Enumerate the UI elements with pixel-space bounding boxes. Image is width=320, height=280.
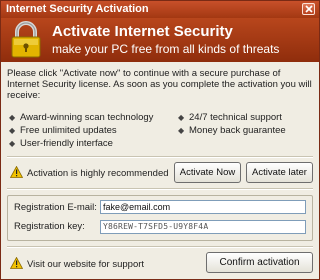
bullet-icon: ◆ — [9, 126, 16, 135]
dialog-body: Please click "Activate now" to continue … — [1, 62, 319, 279]
feature-item: ◆ Free unlimited updates — [9, 125, 117, 136]
activate-now-button[interactable]: Activate Now — [174, 162, 241, 183]
divider — [7, 188, 313, 190]
bullet-icon: ◆ — [178, 113, 185, 122]
registration-key-field[interactable]: Y86REW-T7SFD5-U9Y8F4A — [100, 220, 306, 234]
activate-later-button[interactable]: Activate later — [246, 162, 313, 183]
support-link[interactable]: Visit our website for support — [27, 259, 144, 270]
divider — [7, 246, 313, 248]
feature-item: ◆ 24/7 technical support — [178, 112, 282, 123]
close-icon — [305, 5, 313, 13]
activation-window: Internet Security Activation Activate In… — [0, 0, 320, 280]
banner-title: Activate Internet Security — [52, 23, 233, 40]
feature-item: ◆ User-friendly interface — [9, 138, 113, 149]
email-field[interactable]: fake@email.com — [100, 200, 306, 214]
bullet-icon: ◆ — [178, 126, 185, 135]
status-text: Activation is highly recommended — [27, 168, 169, 179]
registration-box: Registration E-mail: fake@email.com Regi… — [7, 195, 313, 241]
warning-icon — [10, 166, 23, 178]
header-banner: Activate Internet Security make your PC … — [1, 18, 319, 62]
bullet-icon: ◆ — [9, 139, 16, 148]
title-bar[interactable]: Internet Security Activation — [1, 1, 319, 18]
confirm-activation-button[interactable]: Confirm activation — [206, 252, 313, 273]
key-label: Registration key: — [14, 221, 85, 232]
window-title: Internet Security Activation — [6, 3, 149, 15]
warning-icon — [10, 257, 23, 269]
banner-subtitle: make your PC free from all kinds of thre… — [52, 42, 280, 56]
close-button[interactable] — [302, 3, 315, 15]
bullet-icon: ◆ — [9, 113, 16, 122]
padlock-icon — [11, 21, 41, 58]
divider — [7, 156, 313, 158]
feature-item: ◆ Award-winning scan technology — [9, 112, 154, 123]
feature-item: ◆ Money back guarantee — [178, 125, 286, 136]
intro-text: Please click "Activate now" to continue … — [7, 68, 312, 101]
email-label: Registration E-mail: — [14, 202, 97, 213]
